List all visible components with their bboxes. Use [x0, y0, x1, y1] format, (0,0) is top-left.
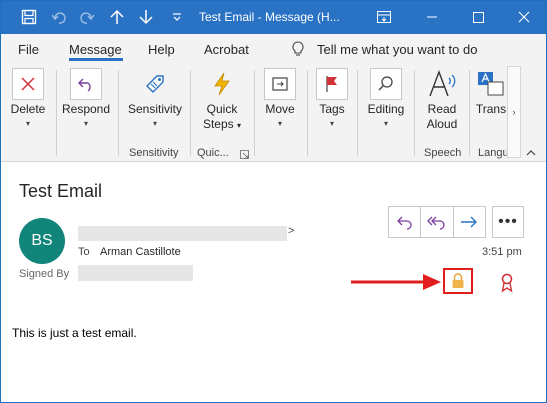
redo-icon[interactable]: [72, 0, 102, 34]
more-actions-button[interactable]: •••: [492, 206, 524, 238]
flag-icon: [316, 68, 348, 100]
more-icon: •••: [498, 213, 518, 230]
chevron-down-icon: ▾: [383, 119, 388, 128]
avatar-initials: BS: [31, 232, 53, 249]
delete-x-icon: [12, 68, 44, 100]
tags-label: Tags: [319, 102, 345, 116]
respond-label: Respond: [61, 102, 111, 116]
title-bar: Test Email - Message (H...: [0, 0, 547, 34]
translate-label: Trans: [475, 102, 507, 116]
delete-button[interactable]: Delete ▾: [10, 68, 46, 128]
undo-icon[interactable]: [44, 0, 74, 34]
quick-steps-button[interactable]: Quick Steps ▾: [197, 68, 247, 133]
move-folder-icon: [264, 68, 296, 100]
translate-icon: [475, 68, 507, 100]
annotation-arrow: [351, 274, 441, 290]
editing-button[interactable]: Editing ▾: [364, 68, 408, 128]
divider: [254, 70, 255, 156]
lock-icon[interactable]: [451, 273, 465, 289]
sensitivity-label: Sensitivity: [127, 102, 183, 116]
close-icon[interactable]: [501, 0, 547, 34]
minimize-icon[interactable]: [409, 0, 455, 34]
tab-acrobat[interactable]: Acrobat: [204, 42, 249, 57]
reply-icon: [396, 216, 412, 230]
message-reading-pane: Test Email BS > To Arman Castillote Sign…: [1, 163, 546, 402]
tell-me-search[interactable]: Tell me what you want to do: [317, 42, 477, 57]
message-subject: Test Email: [19, 181, 103, 201]
read-aloud-label-1: Read: [427, 102, 457, 116]
recipient-name[interactable]: Arman Castillote: [100, 246, 181, 258]
divider: [190, 70, 191, 156]
quick-steps-label-1: Quick: [206, 102, 238, 116]
encryption-lock-highlight: [443, 268, 473, 294]
maximize-icon[interactable]: [455, 0, 501, 34]
read-aloud-label-2: Aloud: [426, 117, 458, 131]
move-label: Move: [265, 102, 295, 116]
chevron-down-icon: ▾: [237, 121, 242, 130]
signer-redacted: [78, 265, 193, 281]
down-arrow-icon[interactable]: [131, 0, 161, 34]
group-label-quick: Quic...: [197, 147, 229, 159]
divider: [307, 70, 308, 156]
group-label-speech: Speech: [424, 147, 462, 159]
divider: [118, 70, 119, 156]
sender-trailing: >: [288, 225, 295, 237]
read-aloud-button[interactable]: Read Aloud: [421, 68, 463, 132]
reply-arrow-icon: [70, 68, 102, 100]
signed-by-label: Signed By: [19, 268, 70, 280]
chevron-down-icon: ▾: [152, 119, 157, 128]
avatar[interactable]: BS: [19, 218, 65, 264]
lightbulb-icon: [291, 41, 305, 60]
divider: [414, 70, 415, 156]
translate-button[interactable]: Trans: [474, 68, 508, 117]
sensitivity-button[interactable]: Sensitivity ▾: [126, 68, 184, 128]
forward-icon: [461, 216, 478, 228]
quick-steps-label-2: Steps ▾: [203, 117, 241, 133]
ribbon: Delete ▾ Respond ▾ Sensitivity ▾ Sensiti…: [0, 64, 547, 162]
reply-all-icon: [427, 216, 445, 230]
up-arrow-icon[interactable]: [102, 0, 132, 34]
divider: [469, 70, 470, 156]
message-actions: [388, 206, 486, 238]
divider: [357, 70, 358, 156]
sender-redacted[interactable]: [78, 226, 287, 241]
reply-button[interactable]: [389, 207, 422, 237]
forward-button[interactable]: [454, 207, 485, 237]
search-magnifier-icon: [370, 68, 402, 100]
window-title: Test Email - Message (H...: [199, 10, 340, 24]
ribbon-display-icon[interactable]: [361, 0, 407, 34]
tab-help[interactable]: Help: [148, 42, 175, 57]
chevron-down-icon: ▾: [83, 119, 88, 128]
quick-steps-label-2-text: Steps: [202, 117, 234, 131]
active-tab-indicator: [69, 58, 123, 61]
chevron-down-icon: ▾: [277, 119, 282, 128]
reply-all-button[interactable]: [421, 207, 454, 237]
group-label-sensitivity: Sensitivity: [129, 147, 179, 159]
received-time: 3:51 pm: [482, 246, 522, 258]
sensitivity-tag-icon: [139, 68, 171, 100]
tab-message[interactable]: Message: [69, 42, 122, 57]
lightning-icon: [206, 68, 238, 100]
save-icon[interactable]: [14, 0, 44, 34]
ribbon-scroll-right-button[interactable]: ›: [507, 66, 521, 158]
chevron-down-icon: ▾: [329, 119, 334, 128]
move-button[interactable]: Move ▾: [260, 68, 300, 128]
chevron-down-icon: ▾: [25, 119, 30, 128]
customize-icon[interactable]: [162, 0, 192, 34]
tab-file[interactable]: File: [18, 42, 39, 57]
to-label: To: [78, 246, 90, 258]
editing-label: Editing: [367, 102, 405, 116]
collapse-ribbon-icon[interactable]: [526, 148, 536, 158]
dialog-launcher-icon[interactable]: [240, 148, 249, 162]
delete-label: Delete: [10, 102, 46, 116]
divider: [56, 70, 57, 156]
signature-ribbon-icon[interactable]: [495, 271, 519, 295]
tags-button[interactable]: Tags ▾: [314, 68, 350, 128]
read-aloud-icon: [426, 68, 458, 100]
respond-button[interactable]: Respond ▾: [62, 68, 110, 128]
message-body: This is just a test email.: [12, 326, 137, 340]
chevron-right-icon: ›: [512, 107, 516, 117]
